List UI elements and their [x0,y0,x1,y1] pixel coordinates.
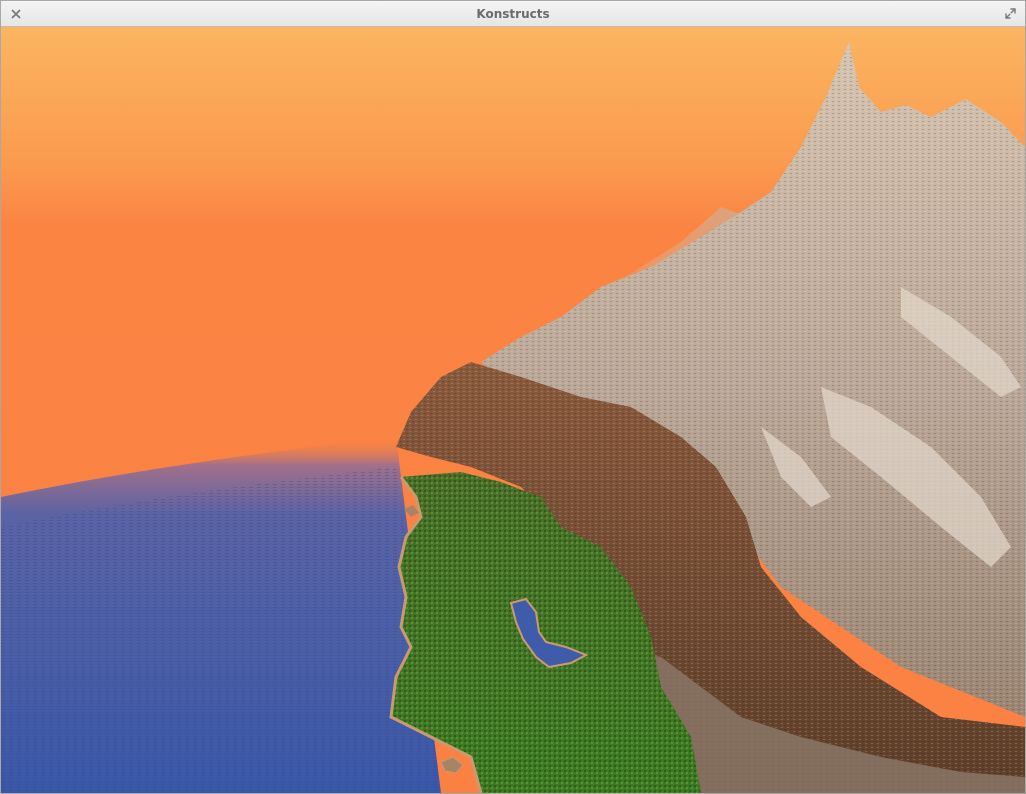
app-window: Konstructs [0,0,1026,794]
terrain-scene [1,27,1025,793]
game-viewport[interactable] [1,27,1025,793]
window-title: Konstructs [476,7,550,21]
maximize-button[interactable] [1002,5,1019,22]
title-bar[interactable]: Konstructs [1,1,1025,27]
maximize-icon [1005,8,1016,19]
